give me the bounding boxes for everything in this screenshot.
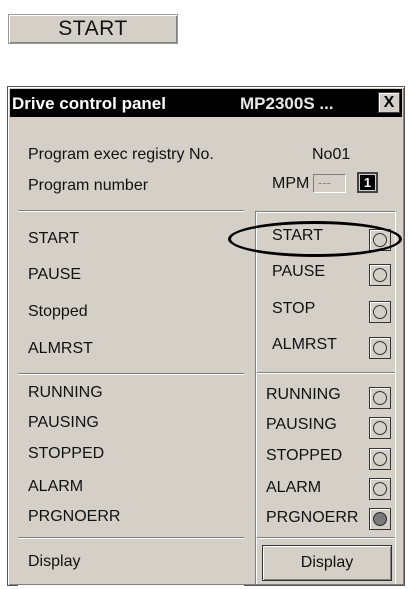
status-label-running: RUNNING: [28, 384, 103, 401]
status-label-prgnoerr: PRGNOERR: [28, 508, 121, 525]
command-button-label-pause: PAUSE: [272, 263, 326, 280]
display-button[interactable]: Display: [262, 545, 392, 581]
circle-icon: [373, 268, 387, 282]
start-button-top[interactable]: START: [8, 14, 178, 44]
right-separator-1: [257, 372, 395, 374]
registry-value: No01: [312, 146, 351, 163]
window-model-label: MP2300S ...: [240, 94, 334, 113]
spin-icon[interactable]: 1: [357, 172, 378, 193]
status-indicator-label-alarm: ALARM: [266, 479, 322, 496]
circle-icon: [373, 233, 387, 247]
status-indicator-label-running: RUNNING: [266, 386, 341, 403]
close-icon: X: [383, 94, 395, 111]
alarm-indicator: [369, 478, 391, 500]
command-label-start: START: [28, 230, 79, 247]
command-label-almrst: ALMRST: [28, 340, 93, 357]
status-indicator-label-stopped: STOPPED: [266, 447, 343, 464]
circle-icon: [373, 341, 387, 355]
pause-command-button[interactable]: [369, 264, 391, 286]
status-label-alarm: ALARM: [28, 478, 84, 495]
registry-label: Program exec registry No.: [28, 146, 214, 163]
left-separator-3: [18, 537, 244, 539]
start-command-button[interactable]: [369, 229, 391, 251]
right-separator-2: [257, 537, 395, 539]
status-label-pausing: PAUSING: [28, 414, 99, 431]
circle-icon: [373, 391, 387, 405]
left-separator-2: [18, 373, 244, 375]
command-button-label-almrst: ALMRST: [272, 336, 337, 353]
circle-icon: [373, 452, 387, 466]
status-indicator-label-pausing: PAUSING: [266, 416, 337, 433]
prgnoerr-indicator: [369, 508, 391, 530]
mpm-label: MPM: [272, 175, 310, 192]
command-button-label-stop: STOP: [272, 300, 316, 317]
display-label: Display: [28, 553, 81, 570]
stopped-indicator: [369, 448, 391, 470]
window-title: Drive control panel: [12, 94, 166, 113]
running-indicator: [369, 387, 391, 409]
status-label-stopped: STOPPED: [28, 445, 105, 462]
command-label-stopped: Stopped: [28, 303, 88, 320]
pausing-indicator: [369, 417, 391, 439]
status-indicator-label-prgnoerr: PRGNOERR: [266, 509, 359, 526]
program-number-label: Program number: [28, 177, 149, 194]
circle-icon: [373, 305, 387, 319]
title-bar: Drive control panel MP2300S ... X: [10, 89, 402, 117]
circle-icon: [373, 421, 387, 435]
command-label-pause: PAUSE: [28, 266, 82, 283]
almrst-command-button[interactable]: [369, 337, 391, 359]
left-separator-1: [18, 210, 244, 212]
stop-command-button[interactable]: [369, 301, 391, 323]
circle-icon: [373, 482, 387, 496]
command-button-label-start: START: [272, 227, 323, 244]
circle-filled-icon: [373, 512, 387, 526]
program-number-field[interactable]: ---: [313, 174, 346, 193]
close-button[interactable]: X: [378, 92, 400, 113]
left-separator-4: [18, 584, 244, 586]
